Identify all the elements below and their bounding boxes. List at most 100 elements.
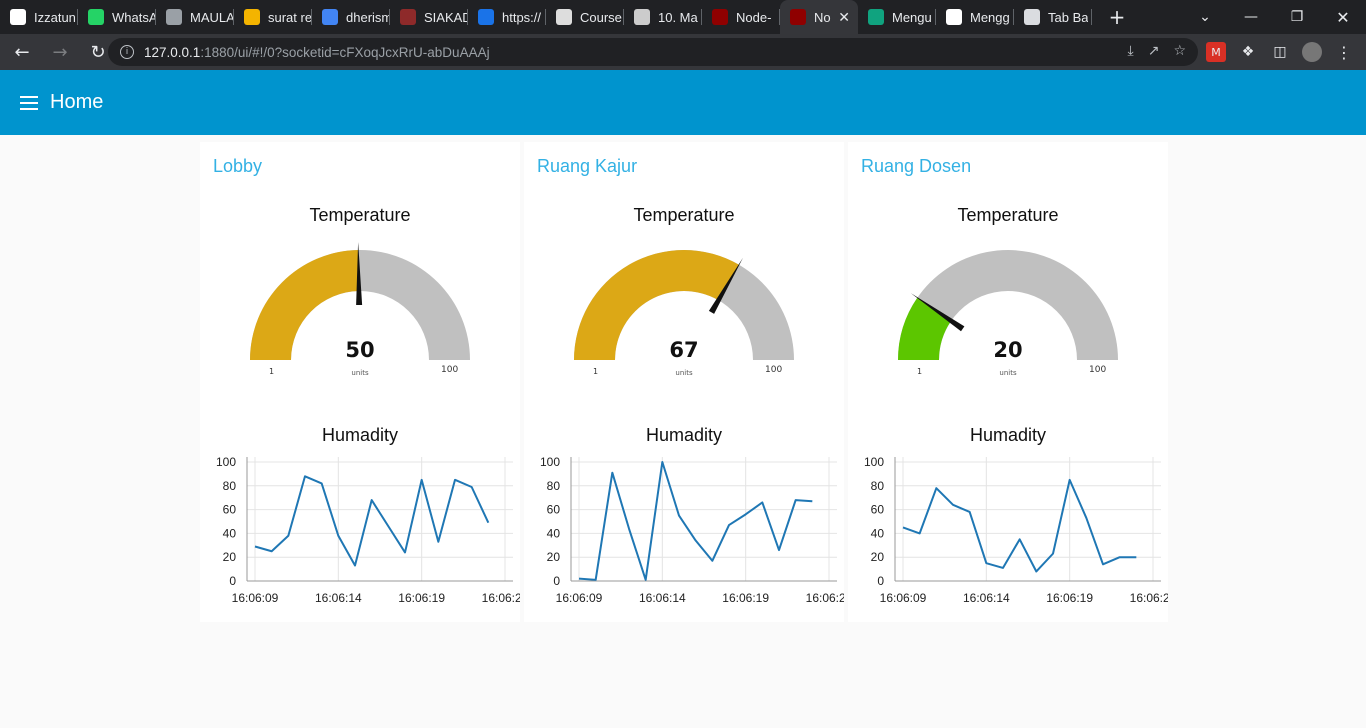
browser-tab[interactable]: Mengg xyxy=(936,0,1014,34)
menu-icon[interactable] xyxy=(20,95,38,110)
group-title: Ruang Kajur xyxy=(537,156,638,176)
x-tick-label: 16:06:09 xyxy=(556,591,603,605)
dashboard-header: Home xyxy=(0,70,1366,135)
x-tick-label: 16:06:14 xyxy=(315,591,362,605)
y-tick-label: 60 xyxy=(871,503,885,517)
tab-label: Mengu xyxy=(892,9,932,25)
y-tick-label: 100 xyxy=(540,455,560,469)
google-drive-icon xyxy=(244,9,260,25)
tab-label: 10. Ma xyxy=(658,9,698,25)
browser-tab[interactable]: Node- xyxy=(702,0,780,34)
browser-tab[interactable]: surat re xyxy=(234,0,312,34)
new-tab-button[interactable]: + xyxy=(1098,5,1136,29)
group-title: Lobby xyxy=(213,156,263,176)
x-tick-label: 16:06:19 xyxy=(1046,591,1093,605)
minimize-button[interactable]: — xyxy=(1228,0,1274,34)
page-title: Home xyxy=(50,91,104,113)
install-icon[interactable]: ⤓ xyxy=(1128,43,1134,59)
y-tick-label: 20 xyxy=(547,550,561,564)
x-tick-label: 16:06:14 xyxy=(639,591,686,605)
site-info-icon[interactable]: i xyxy=(120,45,134,59)
browser-tab[interactable]: dherism xyxy=(312,0,390,34)
y-tick-label: 0 xyxy=(877,574,884,588)
y-tick-label: 80 xyxy=(223,479,237,493)
share-icon[interactable]: ↗ xyxy=(1148,43,1160,59)
y-tick-label: 80 xyxy=(547,479,561,493)
browser-toolbar: ← → ↻ i 127.0.0.1:1880/ui/#!/0?socketid=… xyxy=(0,34,1366,70)
node-red-icon xyxy=(712,9,728,25)
browser-tab[interactable]: Tab Ba xyxy=(1014,0,1092,34)
tab-label: https:// xyxy=(502,9,542,25)
bookmark-star-icon[interactable]: ☆ xyxy=(1173,43,1186,59)
chart-title: Humadity xyxy=(321,425,399,445)
tab-label: Mengg xyxy=(970,9,1010,25)
gauge-title: Temperature xyxy=(633,205,735,225)
dashboard-group: Ruang Dosen Temperature 20 units 1 100 Humadit… xyxy=(848,142,1168,622)
browser-tab[interactable]: 10. Ma xyxy=(624,0,702,34)
temperature-gauge xyxy=(250,242,470,360)
book-icon xyxy=(634,9,650,25)
side-panel-icon[interactable]: ◫ xyxy=(1270,42,1290,62)
url-path: :1880/ui/#!/0?socketid=cFXoqJcxRrU-abDuA… xyxy=(200,44,490,60)
group-title: Ruang Dosen xyxy=(861,156,972,176)
x-tick-label: 16:06:09 xyxy=(880,591,927,605)
google-docs-icon xyxy=(322,9,338,25)
url-text: 127.0.0.1:1880/ui/#!/0?socketid=cFXoqJcx… xyxy=(144,45,490,60)
tab-label: Course xyxy=(580,9,622,25)
browser-tab[interactable]: SIAKAD xyxy=(390,0,468,34)
temperature-gauge xyxy=(898,250,1118,360)
y-tick-label: 80 xyxy=(871,479,885,493)
tab-label: Node- xyxy=(736,9,772,25)
forward-button[interactable]: → xyxy=(44,36,76,68)
y-tick-label: 40 xyxy=(871,526,885,540)
chrome-icon xyxy=(1024,9,1040,25)
gauge-title: Temperature xyxy=(957,205,1059,225)
browser-tab[interactable]: WhatsA xyxy=(78,0,156,34)
tab-label: Tab Ba xyxy=(1048,9,1089,25)
tab-search-icon[interactable]: ⌄ xyxy=(1182,0,1228,34)
restore-button[interactable]: ❐ xyxy=(1274,0,1320,34)
x-tick-label: 16:06:14 xyxy=(963,591,1010,605)
y-tick-label: 0 xyxy=(553,574,560,588)
tab-list: Izzatun WhatsA MAULA surat re dherism SIAKAD h… xyxy=(0,0,1092,34)
humidity-line-chart: 0 20 40 60 80 100 16:06:09 16:06:14 16:06:19 16:0… xyxy=(216,455,520,605)
close-window-button[interactable]: ✕ xyxy=(1320,0,1366,34)
dashboard-group: Ruang Kajur Temperature 67 units 1 100 Humadit… xyxy=(524,142,844,622)
profile-avatar[interactable] xyxy=(1302,42,1322,62)
extensions-puzzle-icon[interactable]: ❖ xyxy=(1238,42,1258,62)
series-line xyxy=(902,478,1137,573)
close-tab-icon[interactable]: ✕ xyxy=(838,9,850,26)
globe-icon xyxy=(166,9,182,25)
y-tick-label: 40 xyxy=(547,526,561,540)
humidity-line-chart: 0 20 40 60 80 100 16:06:09 16:06:14 16:06:19 16:0… xyxy=(540,455,844,605)
browser-tab[interactable]: https:// xyxy=(468,0,546,34)
browser-tab[interactable]: No ✕ xyxy=(780,0,858,34)
browser-menu-icon[interactable]: ⋮ xyxy=(1334,42,1354,62)
back-button[interactable]: ← xyxy=(6,36,38,68)
node-red-icon xyxy=(790,9,806,25)
x-tick-label: 16:06:24 xyxy=(482,591,520,605)
x-tick-label: 16:06:19 xyxy=(398,591,445,605)
browser-tab[interactable]: Mengu xyxy=(858,0,936,34)
extension-m-icon[interactable]: M xyxy=(1206,42,1226,62)
address-bar[interactable]: i 127.0.0.1:1880/ui/#!/0?socketid=cFXoqJ… xyxy=(108,38,1198,66)
y-tick-label: 60 xyxy=(223,503,237,517)
address-bar-actions: ⤓ ↗ ☆ xyxy=(1128,43,1187,59)
browser-tab[interactable]: MAULA xyxy=(156,0,234,34)
url-host: 127.0.0.1 xyxy=(144,44,201,60)
gauge-title: Temperature xyxy=(309,205,411,225)
chatgpt-icon xyxy=(868,9,884,25)
y-tick-label: 20 xyxy=(223,550,237,564)
y-tick-label: 0 xyxy=(229,574,236,588)
tab-label: Izzatun xyxy=(34,9,76,25)
humidity-line-chart: 0 20 40 60 80 100 16:06:09 16:06:14 16:06:19 16:0… xyxy=(864,455,1168,605)
whatsapp-icon xyxy=(88,9,104,25)
chart-title: Humadity xyxy=(645,425,723,445)
browser-tab[interactable]: Izzatun xyxy=(0,0,78,34)
tab-label: MAULA xyxy=(190,9,234,25)
medium-icon xyxy=(946,9,962,25)
gauge-fill xyxy=(250,250,359,360)
tab-label: WhatsA xyxy=(112,9,156,25)
browser-tab[interactable]: Course xyxy=(546,0,624,34)
github-icon xyxy=(10,9,26,25)
